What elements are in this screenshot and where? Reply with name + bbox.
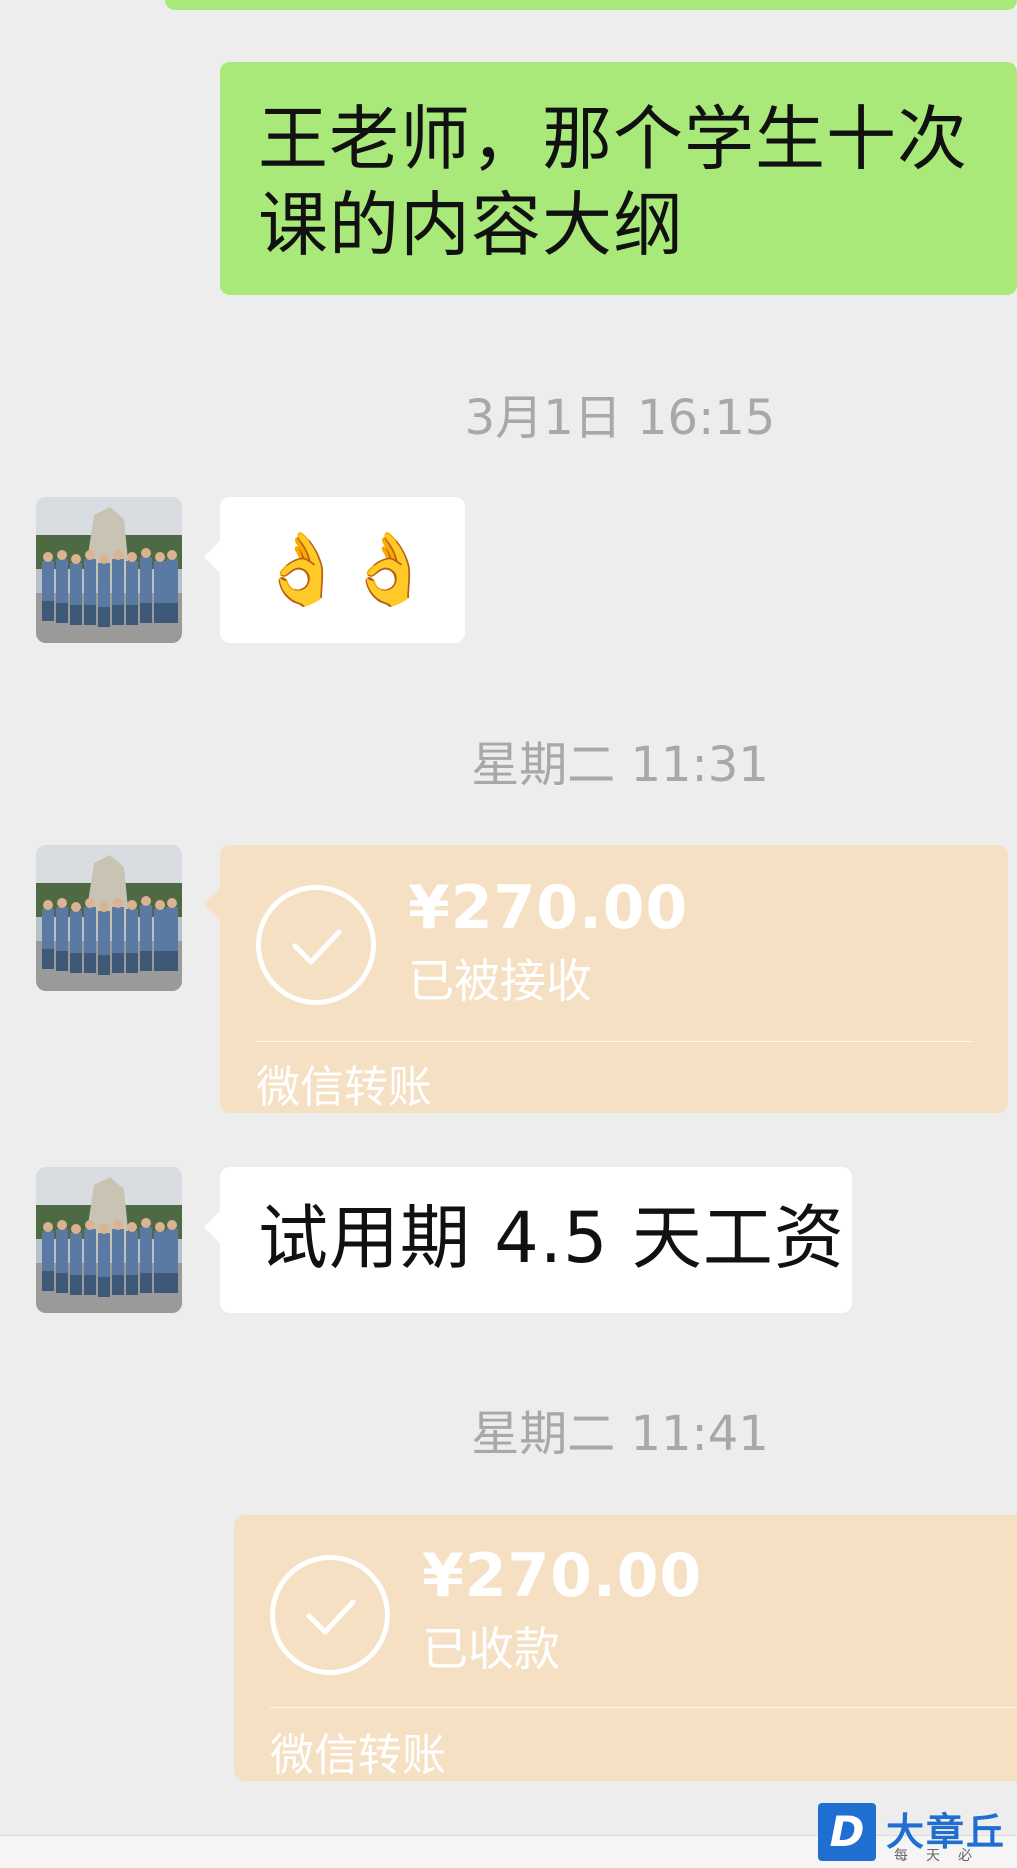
check-circle-icon [270, 1555, 390, 1675]
group-photo-avatar-icon [36, 497, 182, 643]
timestamp: 3月1日 16:15 [464, 390, 776, 446]
transfer-amount: ¥270.00 [408, 873, 689, 943]
watermark-logo: D 大章丘 每天必看 [818, 1803, 1017, 1868]
incoming-message-bubble[interactable]: 试用期 4.5 天工资 [204, 1167, 852, 1313]
outgoing-message-bubble[interactable]: 王老师，那个学生十次课的内容大纲 [220, 62, 1017, 295]
check-circle-icon [256, 885, 376, 1005]
contact-avatar[interactable] [36, 845, 182, 991]
transfer-amount: ¥270.00 [422, 1541, 703, 1611]
group-photo-avatar-icon [36, 845, 182, 991]
transfer-status: 已被接收 [408, 954, 592, 1008]
outgoing-message-text: 王老师，那个学生十次课的内容大纲 [258, 98, 968, 266]
ok-hand-emoji-icon: 👌👌 [258, 528, 433, 610]
watermark-mark: D [818, 1803, 876, 1861]
chat-conversation: 王老师，那个学生十次课的内容大纲 3月1日 16:15 👌👌 星期二 11:31… [0, 0, 1017, 1868]
incoming-message-text: 试用期 4.5 天工资 [258, 1197, 845, 1279]
divider [270, 1707, 1017, 1708]
contact-avatar[interactable] [36, 497, 182, 643]
timestamp: 星期二 11:41 [471, 1406, 769, 1462]
watermark-subtitle: 每天必看 [894, 1848, 990, 1864]
previous-outgoing-bubble[interactable] [165, 0, 1017, 10]
divider [256, 1041, 972, 1042]
timestamp: 星期二 11:31 [471, 737, 769, 793]
incoming-emoji-bubble[interactable]: 👌👌 [204, 497, 465, 643]
transfer-status: 已收款 [422, 1622, 560, 1676]
outgoing-transfer-card[interactable]: ¥270.00 已收款 微信转账 [234, 1515, 1017, 1781]
transfer-label: 微信转账 [256, 1062, 432, 1113]
transfer-label: 微信转账 [270, 1730, 446, 1781]
group-photo-avatar-icon [36, 1167, 182, 1313]
contact-avatar[interactable] [36, 1167, 182, 1313]
incoming-transfer-card[interactable]: ¥270.00 已被接收 微信转账 [204, 845, 1008, 1113]
